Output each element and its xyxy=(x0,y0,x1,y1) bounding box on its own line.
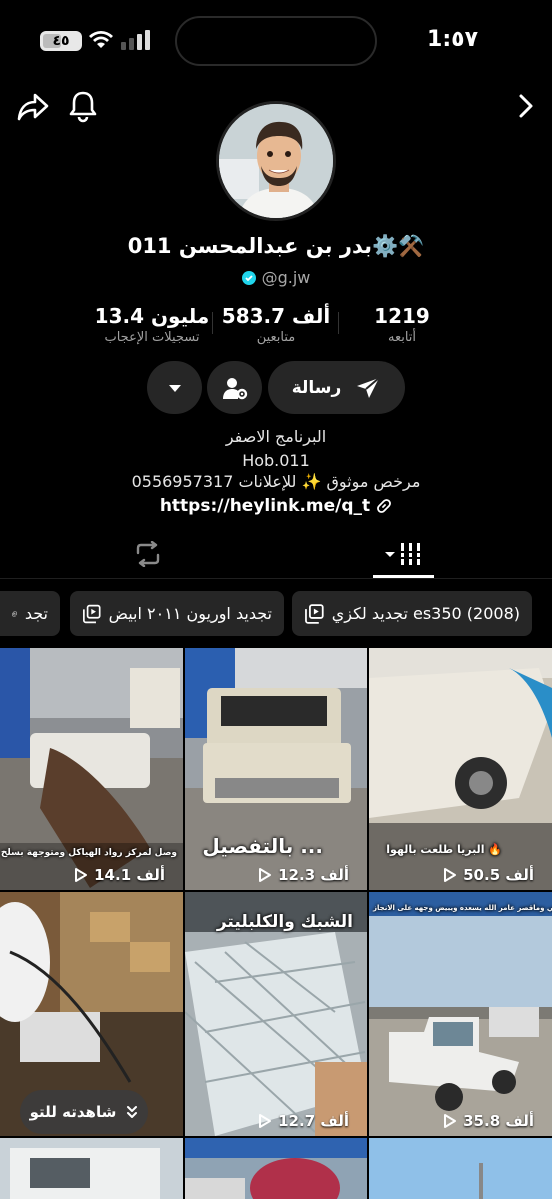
message-button[interactable]: رسالة xyxy=(268,361,405,414)
video-thumbnail[interactable]: وصل لمركز رواد الهياكل ومتوجهة بسلخ كامل… xyxy=(0,648,183,890)
bio-line-1: البرنامج الاصفر xyxy=(225,427,327,446)
video-thumbnail[interactable] xyxy=(0,1138,183,1199)
likes-label: تسجيلات الإعجاب xyxy=(104,330,200,345)
play-icon xyxy=(444,868,457,882)
repost-tab-icon[interactable] xyxy=(134,541,162,567)
wifi-icon xyxy=(89,31,113,48)
stat-followers[interactable]: 583.7 ألف متابعين xyxy=(216,304,336,345)
following-count: 1219 xyxy=(374,304,430,328)
video-thumbnail[interactable]: الشبك والكلبليتر 12.7 ألف xyxy=(185,892,367,1136)
playlist-chip[interactable]: تجديد اوريون ٢٠١١ ابيض xyxy=(70,591,284,636)
profile-handle: @g.jw xyxy=(261,268,311,287)
bio-link-text: https://heylink.me/q_t xyxy=(159,496,371,516)
more-options-button[interactable] xyxy=(147,361,202,414)
profile-handle-row: @g.jw xyxy=(0,268,552,287)
video-caption: وصل لمركز رواد الهياكل ومتوجهة بسلخ كامل xyxy=(0,848,177,858)
thumbnail-image xyxy=(369,892,552,1136)
share-icon[interactable] xyxy=(16,89,50,123)
view-count: 12.7 ألف xyxy=(258,1112,349,1130)
video-caption: الشبك والكلبليتر xyxy=(216,912,353,932)
bell-icon[interactable] xyxy=(68,89,98,123)
video-caption: رهفا ثم قحص 'المتبقي وماقصر عامر الله يس… xyxy=(373,904,552,912)
dynamic-island xyxy=(175,16,377,66)
playlist-icon xyxy=(305,603,324,624)
avatar[interactable] xyxy=(216,101,336,221)
verified-badge-icon xyxy=(241,270,256,285)
bio-line-2: Hob.011 xyxy=(242,451,310,470)
thumbnail-image xyxy=(369,1138,552,1199)
videos-grid-tab-icon[interactable] xyxy=(384,542,424,566)
profile-name: بدر بن عبدالمحسن 011⚙️⚒️ xyxy=(127,234,425,258)
playlist-chip[interactable]: تجد xyxy=(0,591,60,636)
signal-icon xyxy=(121,30,150,50)
video-caption: بالتفصيل ... xyxy=(202,834,323,858)
send-icon xyxy=(357,376,380,398)
tabs-divider xyxy=(0,578,552,579)
play-icon xyxy=(259,868,272,882)
just-watched-button[interactable]: شاهدته للتو xyxy=(20,1090,148,1134)
bio-line-3: مرخص موثوق ✨ للإعلانات 0556957317 xyxy=(131,472,421,491)
stat-following[interactable]: 1219 أتابعه xyxy=(352,304,452,345)
stat-divider xyxy=(212,312,213,334)
video-thumbnail[interactable]: البريا طلعت بالهوا 🔥 50.5 ألف xyxy=(369,648,552,890)
double-chevron-down-icon xyxy=(127,1106,138,1118)
bio-link[interactable]: https://heylink.me/q_t xyxy=(0,496,552,516)
chevron-right-icon[interactable] xyxy=(516,93,536,119)
view-count: 50.5 ألف xyxy=(443,866,534,884)
stat-divider xyxy=(338,312,339,334)
caret-down-icon xyxy=(168,384,181,392)
playlist-title: تجديد اوريون ٢٠١١ ابيض xyxy=(108,604,272,623)
play-icon xyxy=(444,1114,457,1128)
followers-count: 583.7 ألف xyxy=(221,304,331,328)
likes-count: 13.4 مليون xyxy=(94,304,210,328)
view-count: 12.3 ألف xyxy=(258,866,349,884)
friend-settings-button[interactable] xyxy=(207,361,262,414)
video-thumbnail[interactable]: رهفا ثم قحص 'المتبقي وماقصر عامر الله يس… xyxy=(369,892,552,1136)
video-caption: البريا طلعت بالهوا 🔥 xyxy=(386,843,502,856)
play-icon xyxy=(259,1114,272,1128)
view-count: 35.8 ألف xyxy=(443,1112,534,1130)
play-icon xyxy=(75,868,88,882)
playlist-title: تجديد لكزي es350 (2008) xyxy=(331,604,520,623)
followers-label: متابعين xyxy=(256,330,296,345)
status-bar: ٤٥ 1:٥٧ xyxy=(0,0,552,80)
following-label: أتابعه xyxy=(387,330,417,345)
just-watched-label: شاهدته للتو xyxy=(29,1103,117,1121)
thumbnail-image xyxy=(185,1138,367,1199)
stat-likes[interactable]: 13.4 مليون تسجيلات الإعجاب xyxy=(92,304,212,345)
video-thumbnail[interactable] xyxy=(369,1138,552,1199)
user-settings-icon xyxy=(222,377,247,399)
playlist-chip[interactable]: تجديد لكزي es350 (2008) xyxy=(292,591,532,636)
battery-indicator: ٤٥ xyxy=(40,31,82,51)
message-button-label: رسالة xyxy=(291,377,342,398)
status-time: 1:٥٧ xyxy=(427,27,478,52)
playlist-icon xyxy=(83,604,101,623)
playlist-icon xyxy=(12,611,17,616)
link-icon xyxy=(377,499,392,513)
video-thumbnail[interactable] xyxy=(185,1138,367,1199)
view-count: 14.1 ألف xyxy=(74,866,165,884)
playlist-title: تجد xyxy=(24,604,48,623)
thumbnail-image xyxy=(0,1138,183,1199)
video-thumbnail[interactable]: بالتفصيل ... 12.3 ألف xyxy=(185,648,367,890)
